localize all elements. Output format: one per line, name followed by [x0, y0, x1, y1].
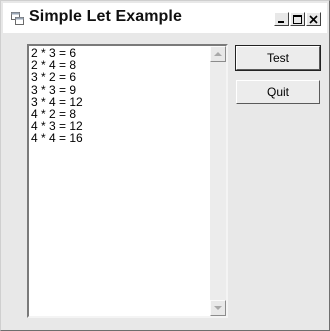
title-bar[interactable]: Simple Let Example — [3, 3, 327, 33]
close-button[interactable] — [306, 12, 321, 26]
minimize-button[interactable] — [274, 12, 289, 26]
results-listbox[interactable]: 2 * 3 = 6 2 * 4 = 8 3 * 2 = 6 3 * 3 = 9 … — [27, 44, 228, 318]
app-window: Simple Let Example 2 * 3 = 6 2 * 4 = 8 3… — [0, 0, 330, 331]
vertical-scrollbar[interactable] — [210, 46, 226, 316]
list-items: 2 * 3 = 6 2 * 4 = 8 3 * 2 = 6 3 * 3 = 9 … — [31, 47, 208, 316]
quit-button[interactable]: Quit — [236, 80, 320, 104]
app-icon[interactable] — [11, 12, 24, 25]
maximize-button[interactable] — [290, 12, 305, 26]
scroll-up-button[interactable] — [210, 46, 226, 62]
list-item[interactable]: 3 * 2 = 6 — [31, 71, 208, 83]
window-title: Simple Let Example — [29, 8, 182, 25]
list-item[interactable]: 3 * 3 = 9 — [31, 83, 208, 95]
client-area: 2 * 3 = 6 2 * 4 = 8 3 * 2 = 6 3 * 3 = 9 … — [5, 35, 325, 327]
test-button[interactable]: Test — [235, 45, 321, 71]
window-controls — [273, 12, 321, 28]
list-item[interactable]: 4 * 4 = 16 — [31, 132, 208, 144]
scroll-down-button[interactable] — [210, 300, 226, 316]
